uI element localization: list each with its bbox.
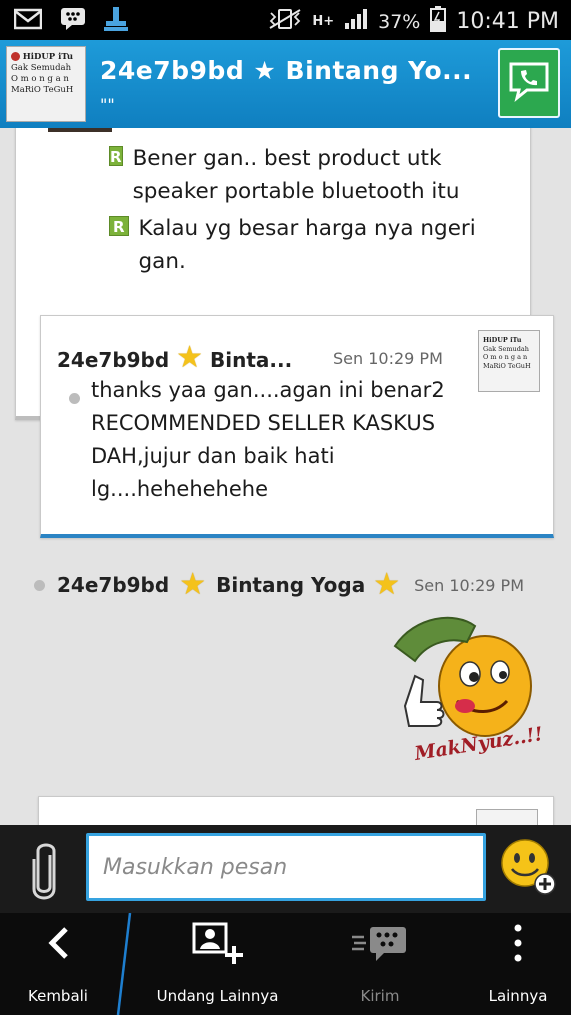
sender-avatar: HiDUP iTu Gak Semudah O m o n g a n MaRi… xyxy=(478,330,540,392)
contact-status-message: "" xyxy=(100,95,115,114)
message-text: Bener gan.. best product utk speaker por… xyxy=(132,146,460,204)
message-input[interactable] xyxy=(86,833,486,901)
send-label: Kirim xyxy=(360,987,400,1005)
sender-avatar xyxy=(476,809,538,825)
read-icon: R xyxy=(109,146,123,166)
nav-divider xyxy=(116,913,132,1015)
sender-name: Bintang Yoga xyxy=(216,573,366,597)
battery-percent: 37% xyxy=(378,10,421,33)
message-text: Kalau yg besar harga nya ngeri gan. xyxy=(138,216,476,274)
contact-avatar[interactable]: HiDUP iTu Gak Semudah O m o n g a n MaRi… xyxy=(6,46,86,122)
back-label: Kembali xyxy=(28,987,88,1005)
voice-call-button[interactable] xyxy=(498,48,560,118)
vibrate-icon xyxy=(268,8,302,35)
bbm-send-icon xyxy=(350,923,410,967)
read-icon: R xyxy=(109,216,129,236)
status-bar: H+ 37% 10:41 PM xyxy=(0,0,571,40)
mail-icon xyxy=(13,8,43,34)
network-type: H+ xyxy=(312,14,335,29)
more-vertical-icon xyxy=(513,923,523,967)
contact-name[interactable]: 24e7b9bd ★ Bintang Yo... xyxy=(100,56,472,85)
message-bubble-sent: 24e7b9bd ★ Binta... Sen 10:29 PM HiDUP i… xyxy=(40,315,554,538)
clock: 10:41 PM xyxy=(456,9,559,34)
bottom-navigation: Kembali Undang Lainnya Kirim Lainnya xyxy=(0,913,571,1015)
more-button[interactable]: Lainnya xyxy=(478,913,558,1015)
add-contact-icon xyxy=(190,920,246,970)
invite-more-button[interactable]: Undang Lainnya xyxy=(150,913,285,1015)
phone-icon xyxy=(507,60,551,106)
paperclip-icon xyxy=(26,843,62,905)
sender-picture xyxy=(48,128,112,132)
chevron-left-icon xyxy=(46,925,70,965)
message-time: Sen 10:29 PM xyxy=(414,575,524,595)
message-text: thanks yaa gan....agan ini benar2 RECOMM… xyxy=(91,378,445,501)
sticker-message-header: 24e7b9bd ★ Bintang Yoga ★ Sen 10:29 PM xyxy=(34,567,524,602)
invite-more-label: Undang Lainnya xyxy=(156,987,279,1005)
chat-conversation[interactable]: R Bener gan.. best product utk speaker p… xyxy=(0,128,571,825)
star-icon: ★ xyxy=(176,340,204,375)
send-button[interactable]: Kirim xyxy=(340,913,420,1015)
attach-button[interactable] xyxy=(26,841,62,901)
message-time: Sen 10:29 PM xyxy=(333,349,443,368)
star-icon: ★ xyxy=(373,567,401,602)
message-sender: 24e7b9bd ★ Binta... xyxy=(57,340,293,375)
signal-icon xyxy=(344,8,368,35)
battery-icon xyxy=(430,6,447,37)
smiley-plus-icon xyxy=(498,839,558,901)
status-dot xyxy=(69,393,80,404)
message-item: R Kalau yg besar harga nya ngeri gan. xyxy=(109,212,519,278)
back-button[interactable]: Kembali xyxy=(18,913,98,1015)
status-dot xyxy=(34,579,45,591)
compose-bar xyxy=(0,825,571,913)
message-item: R Bener gan.. best product utk speaker p… xyxy=(109,142,509,208)
chat-header: HiDUP iTu Gak Semudah O m o n g a n MaRi… xyxy=(0,40,571,128)
emoticon-button[interactable] xyxy=(498,837,558,897)
star-icon: ★ xyxy=(179,567,207,602)
usb-icon xyxy=(104,6,128,36)
message-sender: 24e7b9bd xyxy=(57,573,170,597)
bbm-icon xyxy=(60,7,86,35)
message-bubble-partial xyxy=(38,796,554,825)
more-label: Lainnya xyxy=(488,987,548,1005)
